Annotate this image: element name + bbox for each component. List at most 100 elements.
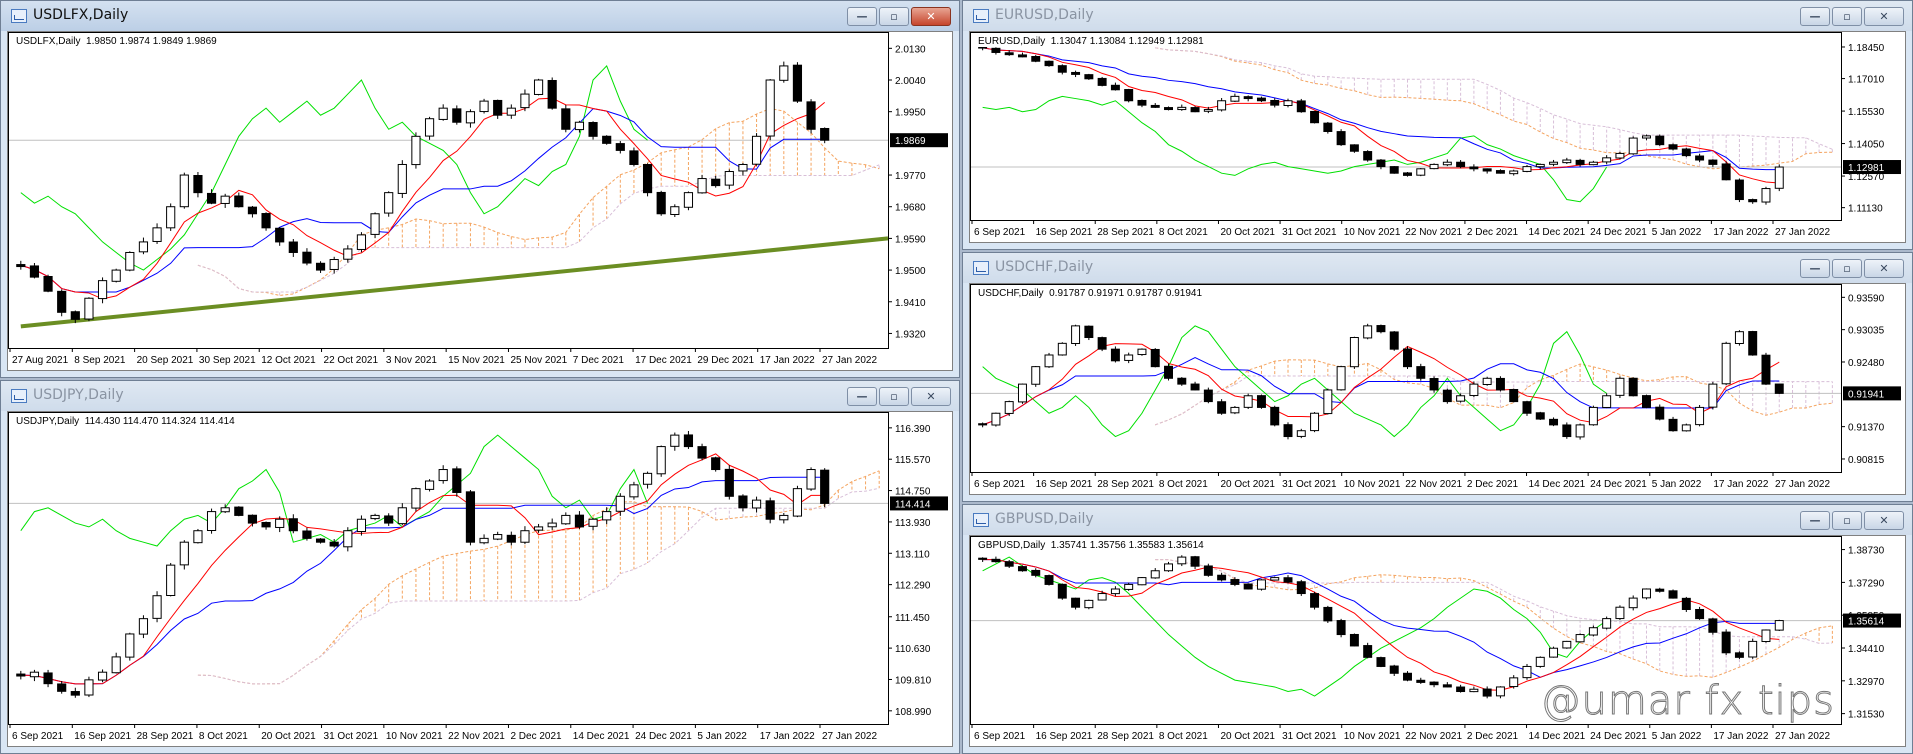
candle[interactable] [424, 116, 435, 140]
candle[interactable] [288, 514, 298, 534]
candle[interactable] [452, 105, 462, 125]
candle[interactable] [43, 669, 53, 688]
candle[interactable] [991, 47, 1001, 55]
candle[interactable] [697, 443, 707, 461]
candle[interactable] [370, 513, 380, 521]
candle[interactable] [1270, 576, 1280, 581]
candle[interactable] [397, 503, 407, 526]
candle[interactable] [370, 212, 380, 239]
candle[interactable] [411, 132, 421, 169]
candle[interactable] [1495, 169, 1505, 174]
candle[interactable] [1203, 387, 1213, 404]
title-bar[interactable]: GBPUSD,Daily — ▫ ✕ [963, 505, 1912, 535]
candle[interactable] [1509, 169, 1519, 176]
candle[interactable] [1071, 324, 1081, 346]
candle[interactable] [1004, 559, 1014, 568]
restore-button[interactable]: ▫ [879, 387, 909, 406]
restore-button[interactable]: ▫ [1832, 7, 1862, 26]
candle[interactable] [1044, 60, 1054, 67]
candle[interactable] [397, 160, 407, 199]
candle[interactable] [1283, 575, 1293, 584]
candle[interactable] [1363, 323, 1373, 340]
candle[interactable] [220, 504, 230, 514]
candle[interactable] [1044, 574, 1054, 586]
candle[interactable] [1628, 136, 1638, 155]
candle[interactable] [1734, 651, 1744, 660]
candle[interactable] [1774, 619, 1784, 632]
chart-area[interactable]: 1.387301.372901.358501.344101.329701.315… [969, 535, 1906, 747]
candle[interactable] [16, 670, 26, 680]
candle[interactable] [1628, 377, 1638, 397]
candle[interactable] [1124, 582, 1134, 591]
candle[interactable] [315, 261, 326, 273]
candle[interactable] [29, 262, 40, 279]
candle[interactable] [1535, 411, 1545, 420]
candle[interactable] [1761, 186, 1771, 205]
candle[interactable] [1017, 52, 1027, 58]
chart-window-gbpusd[interactable]: GBPUSD,Daily—▫✕1.387301.372901.358501.34… [962, 504, 1913, 754]
candle[interactable] [1655, 134, 1665, 146]
candle[interactable] [1549, 417, 1559, 427]
title-bar[interactable]: EURUSD,Daily — ▫ ✕ [963, 1, 1912, 31]
price-chart[interactable]: 2.0130 2.0040 1.9950 1.9770 1.9680 1.9590 1.95… [8, 32, 952, 370]
candle[interactable] [424, 479, 435, 492]
candle[interactable] [1708, 381, 1718, 410]
candle[interactable] [1602, 393, 1612, 409]
candle[interactable] [1336, 129, 1346, 146]
candle[interactable] [465, 490, 476, 546]
candle[interactable] [1389, 664, 1399, 677]
candle[interactable] [1429, 163, 1439, 170]
candle[interactable] [1137, 348, 1147, 356]
candle[interactable] [1668, 589, 1678, 599]
candle[interactable] [820, 127, 830, 144]
candle[interactable] [1243, 95, 1253, 102]
candle[interactable] [479, 534, 489, 545]
candle[interactable] [1469, 686, 1479, 693]
candle[interactable] [1363, 642, 1373, 659]
candle[interactable] [97, 277, 108, 304]
candle[interactable] [1549, 159, 1559, 167]
candle[interactable] [1681, 596, 1691, 613]
candle[interactable] [1535, 656, 1545, 668]
candle[interactable] [1429, 376, 1439, 393]
candle[interactable] [1668, 416, 1678, 432]
candle[interactable] [1681, 423, 1691, 432]
candle[interactable] [166, 562, 176, 597]
candle[interactable] [1774, 383, 1784, 395]
candle[interactable] [683, 191, 694, 211]
price-chart[interactable]: 0.93590 0.93035 0.92480 0.91370 0.90815 0.919… [970, 284, 1905, 494]
candle[interactable] [1336, 618, 1346, 638]
candle[interactable] [1602, 616, 1612, 630]
candle[interactable] [574, 511, 585, 530]
candle[interactable] [642, 163, 653, 197]
candle[interactable] [1748, 638, 1758, 659]
restore-button[interactable]: ▫ [1832, 511, 1862, 530]
candle[interactable] [1376, 159, 1386, 170]
candle[interactable] [1668, 143, 1678, 151]
candle[interactable] [1084, 73, 1094, 80]
close-button[interactable]: ✕ [1864, 511, 1904, 530]
candle[interactable] [356, 515, 367, 536]
candle[interactable] [1602, 155, 1612, 165]
candle[interactable] [1734, 178, 1744, 203]
candle[interactable] [1137, 577, 1147, 586]
minimize-button[interactable]: — [847, 7, 877, 26]
candle[interactable] [166, 203, 176, 231]
candle[interactable] [1442, 388, 1452, 404]
title-bar[interactable]: USDJPY,Daily — ▫ ✕ [1, 381, 959, 411]
candle[interactable] [302, 248, 312, 266]
candle[interactable] [343, 245, 353, 263]
candle[interactable] [1628, 595, 1638, 611]
candle[interactable] [1416, 168, 1426, 177]
candle[interactable] [1456, 160, 1466, 169]
candle[interactable] [1349, 633, 1359, 647]
candle[interactable] [779, 61, 789, 83]
candle[interactable] [656, 445, 666, 477]
candle[interactable] [533, 78, 544, 96]
candle[interactable] [1323, 121, 1333, 134]
candle[interactable] [806, 467, 816, 491]
candle[interactable] [1695, 153, 1705, 163]
candle[interactable] [1482, 168, 1492, 174]
candle[interactable] [615, 141, 625, 154]
candle[interactable] [724, 465, 734, 500]
